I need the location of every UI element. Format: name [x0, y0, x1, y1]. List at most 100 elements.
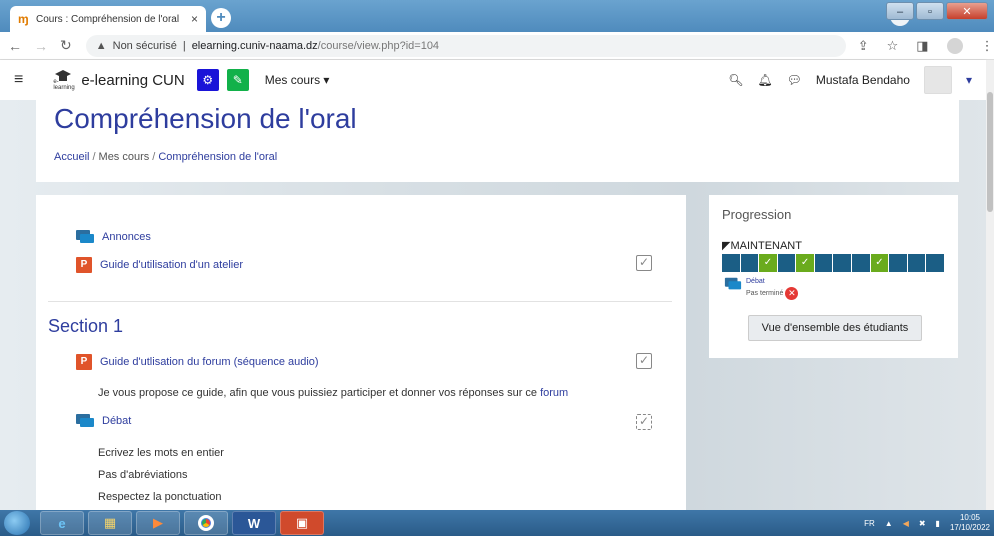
clock[interactable]: 10:05 17/10/2022: [950, 513, 990, 533]
tab-close-icon[interactable]: ×: [191, 12, 198, 26]
progress-cell[interactable]: [833, 254, 852, 272]
current-activity-info[interactable]: Débat Pas terminé ✕: [724, 277, 799, 300]
site-logo[interactable]: e-learning: [53, 70, 75, 91]
current-status: Pas terminé: [746, 289, 784, 297]
edit-button[interactable]: ✎: [226, 69, 249, 91]
now-text: MAINTENANT: [730, 240, 802, 252]
cogs-button[interactable]: ⚙: [196, 69, 219, 91]
description-text: Je vous propose ce guide, afin que vous …: [98, 387, 541, 399]
activity-guide-atelier[interactable]: P Guide d'utilisation d'un atelier: [76, 257, 243, 273]
clock-time: 10:05: [959, 513, 980, 522]
os-taskbar: e ▦ ▶ W ▣ FR ▲ ◀ ✖ ▮ 10:05 17/10/2022: [0, 510, 994, 536]
completion-checkbox[interactable]: ✓: [636, 353, 652, 369]
profile-avatar-icon[interactable]: [946, 37, 963, 54]
progress-cell[interactable]: [722, 254, 740, 272]
mes-cours-menu[interactable]: Mes cours ▾: [265, 73, 330, 87]
overview-button[interactable]: Vue d'ensemble des étudiants: [748, 315, 922, 341]
activity-guide-forum[interactable]: P Guide d'utlisation du forum (séquence …: [76, 354, 319, 370]
section-title: Section 1: [48, 316, 124, 336]
progress-cell-complete[interactable]: ✓: [796, 254, 814, 272]
user-avatar[interactable]: [923, 66, 952, 94]
progress-cell[interactable]: [907, 254, 926, 272]
progress-cell-complete[interactable]: ✓: [759, 254, 777, 272]
page-icon: P: [76, 354, 92, 370]
powerpoint-icon[interactable]: ▣: [280, 511, 324, 535]
progress-cell[interactable]: [777, 254, 796, 272]
activity-debat[interactable]: Débat: [76, 414, 131, 428]
activity-link[interactable]: Débat: [102, 415, 131, 427]
language-indicator[interactable]: FR: [864, 519, 875, 528]
moodle-favicon-icon: ɱ: [18, 12, 29, 26]
site-brand[interactable]: e-learning CUN: [81, 72, 184, 89]
forward-arrow-icon[interactable]: →: [34, 38, 48, 54]
user-menu-caret-icon[interactable]: ▾: [966, 73, 972, 87]
signal-icon[interactable]: ▮: [936, 519, 940, 528]
ie-icon[interactable]: e: [40, 511, 84, 535]
system-tray: FR ▲ ◀ ✖ ▮ 10:05 17/10/2022: [864, 513, 990, 533]
progress-cell[interactable]: [889, 254, 907, 272]
activity-link[interactable]: Annonces: [102, 231, 151, 243]
course-sections: Annonces P Guide d'utilisation d'un atel…: [36, 195, 686, 510]
folder-icon[interactable]: ▦: [88, 511, 132, 535]
activity-link[interactable]: Guide d'utilisation d'un atelier: [100, 259, 243, 271]
block-title: Progression: [722, 207, 792, 222]
progress-cell[interactable]: [852, 254, 870, 272]
logo-text: e-learning: [53, 79, 75, 91]
forum-icon: [76, 414, 94, 428]
current-activity-name[interactable]: Débat: [746, 277, 798, 287]
rule-text: Respectez la ponctuation: [98, 491, 222, 503]
reload-icon[interactable]: ↻: [60, 37, 72, 54]
page-scrollbar[interactable]: [986, 60, 994, 510]
scrollbar-thumb[interactable]: [987, 92, 993, 212]
user-name[interactable]: Mustafa Bendaho: [816, 73, 910, 87]
warning-icon: ▲: [95, 39, 107, 52]
volume-icon[interactable]: ◀: [903, 519, 909, 528]
start-button[interactable]: [4, 511, 30, 535]
url-bar[interactable]: ▲ Non sécurisé | elearning.cuniv-naama.d…: [85, 34, 846, 57]
window-controls: – ▫ ✕: [886, 2, 988, 20]
progress-cell[interactable]: [740, 254, 759, 272]
activity-annonces[interactable]: Annonces: [76, 230, 151, 244]
minimize-button[interactable]: –: [886, 2, 914, 20]
bell-icon[interactable]: 🔔︎: [757, 73, 772, 87]
completion-checkbox-auto[interactable]: ✓: [636, 414, 652, 430]
url-warning: Non sécurisé: [112, 39, 177, 52]
url-separator: |: [182, 39, 186, 52]
bookmark-star-icon[interactable]: ☆: [887, 38, 899, 54]
new-tab-button[interactable]: +: [211, 8, 231, 28]
search-icon[interactable]: 🔍︎: [728, 73, 743, 87]
word-icon[interactable]: W: [232, 511, 276, 535]
share-icon[interactable]: ⇪: [858, 38, 869, 54]
hamburger-menu-icon[interactable]: ≡: [14, 71, 23, 89]
activity-link[interactable]: Guide d'utlisation du forum (séquence au…: [100, 356, 319, 368]
page-title: Compréhension de l'oral: [54, 103, 357, 134]
browser-titlebar: ɱ Cours : Compréhension de l'oral × + ⌄ …: [0, 0, 994, 32]
maximize-button[interactable]: ▫: [916, 2, 944, 20]
forum-icon: [76, 230, 94, 244]
breadcrumb-course[interactable]: Compréhension de l'oral: [158, 151, 277, 163]
completion-checkbox[interactable]: ✓: [636, 255, 652, 271]
browser-tab[interactable]: ɱ Cours : Compréhension de l'oral ×: [10, 6, 206, 32]
close-window-button[interactable]: ✕: [946, 2, 988, 20]
tray-arrow-icon[interactable]: ▲: [885, 519, 893, 528]
clock-date: 17/10/2022: [949, 523, 990, 532]
progress-cell[interactable]: [814, 254, 833, 272]
back-arrow-icon[interactable]: ←: [8, 38, 22, 54]
page-icon: P: [76, 257, 92, 273]
now-label: ◤MAINTENANT: [722, 239, 802, 252]
page-content: Compréhension de l'oral Accueil / Mes cour…: [0, 100, 986, 510]
forum-link[interactable]: forum: [540, 387, 568, 399]
progress-cell[interactable]: [926, 254, 944, 272]
progress-cell-complete[interactable]: ✓: [870, 254, 889, 272]
mes-cours-label: Mes cours: [264, 73, 321, 87]
media-player-icon[interactable]: ▶: [136, 511, 180, 535]
chrome-icon[interactable]: [184, 511, 228, 535]
sidepanel-icon[interactable]: ◨: [916, 38, 928, 54]
network-icon[interactable]: ✖: [919, 519, 926, 528]
activity-description: Je vous propose ce guide, afin que vous …: [98, 387, 568, 399]
breadcrumb-accueil[interactable]: Accueil: [54, 151, 89, 163]
menu-kebab-icon[interactable]: ⋮: [981, 38, 994, 54]
chat-icon[interactable]: 💬︎: [787, 73, 802, 87]
breadcrumb-mes-cours[interactable]: Mes cours: [99, 151, 150, 163]
not-complete-icon: ✕: [785, 287, 799, 300]
